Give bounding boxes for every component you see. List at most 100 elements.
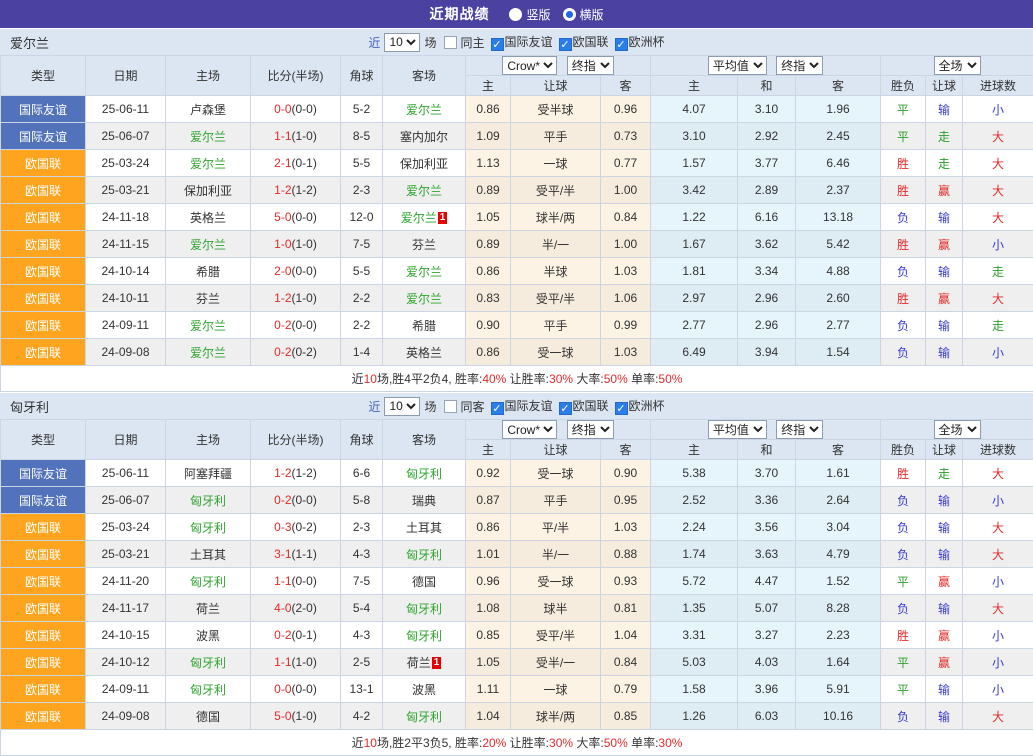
team-section-ireland: 爱尔兰 近 10 场 同主 国际友谊欧国联欧洲杯 类型 日期 — [0, 28, 1033, 392]
away-team[interactable]: 爱尔兰 — [383, 285, 466, 312]
away-team[interactable]: 爱尔兰 — [383, 96, 466, 123]
team-name: 希腊 — [196, 265, 220, 279]
away-team[interactable]: 土耳其 — [383, 514, 466, 541]
home-team[interactable]: 匈牙利 — [166, 649, 251, 676]
home-team[interactable]: 英格兰 — [166, 204, 251, 231]
team-name: 荷兰 — [407, 656, 431, 670]
competition-checkbox[interactable] — [615, 402, 628, 415]
away-team[interactable]: 匈牙利 — [383, 460, 466, 487]
summary-segment: 让胜率: — [506, 372, 549, 386]
away-team[interactable]: 匈牙利 — [383, 622, 466, 649]
home-team[interactable]: 阿塞拜疆 — [166, 460, 251, 487]
home-team[interactable]: 爱尔兰 — [166, 339, 251, 366]
recent-count-select[interactable]: 10 — [384, 397, 420, 416]
result-handicap: 输 — [926, 96, 963, 123]
crow-home-odds: 0.87 — [466, 487, 511, 514]
away-team[interactable]: 保加利亚 — [383, 150, 466, 177]
crow-away-odds: 1.03 — [601, 258, 651, 285]
away-team[interactable]: 芬兰 — [383, 231, 466, 258]
avg-home-odds: 5.38 — [651, 460, 738, 487]
home-team[interactable]: 希腊 — [166, 258, 251, 285]
odds-stage-select-crow[interactable]: 终指 — [567, 56, 614, 75]
away-team[interactable]: 荷兰1 — [383, 649, 466, 676]
home-team[interactable]: 爱尔兰 — [166, 150, 251, 177]
crow-away-odds: 0.95 — [601, 487, 651, 514]
avg-home-odds: 5.72 — [651, 568, 738, 595]
col-crow-home: 主 — [466, 76, 511, 96]
average-select[interactable]: 平均值 — [708, 420, 767, 439]
col-away: 客场 — [383, 420, 466, 460]
recent-count-select[interactable]: 10 — [384, 33, 420, 52]
result-goals: 走 — [963, 312, 1033, 339]
away-team[interactable]: 匈牙利 — [383, 541, 466, 568]
team-name: 卢森堡 — [190, 103, 226, 117]
scope-select[interactable]: 全场 — [934, 420, 981, 439]
away-team[interactable]: 瑞典 — [383, 487, 466, 514]
team-name: 芬兰 — [412, 238, 436, 252]
away-team[interactable]: 爱尔兰 — [383, 258, 466, 285]
result-handicap: 走 — [926, 123, 963, 150]
home-team[interactable]: 匈牙利 — [166, 568, 251, 595]
fulltime-score: 0-2 — [274, 628, 291, 642]
same-venue-checkbox[interactable] — [444, 36, 457, 49]
away-team[interactable]: 爱尔兰 — [383, 177, 466, 204]
home-team[interactable]: 德国 — [166, 703, 251, 730]
home-team[interactable]: 荷兰 — [166, 595, 251, 622]
red-card-badge: 1 — [432, 657, 442, 669]
odds-stage-select-avg[interactable]: 终指 — [776, 56, 823, 75]
competition-checkbox[interactable] — [559, 38, 572, 51]
horizontal-layout-radio[interactable] — [563, 8, 576, 21]
league-badge: 国际友谊 — [1, 96, 86, 123]
home-team[interactable]: 保加利亚 — [166, 177, 251, 204]
same-venue-checkbox[interactable] — [444, 400, 457, 413]
team-name: 希腊 — [412, 319, 436, 333]
competition-checkbox[interactable] — [615, 38, 628, 51]
home-team[interactable]: 爱尔兰 — [166, 231, 251, 258]
match-date: 24-11-17 — [86, 595, 166, 622]
away-team[interactable]: 希腊 — [383, 312, 466, 339]
avg-away-odds: 6.46 — [796, 150, 881, 177]
match-date: 24-10-15 — [86, 622, 166, 649]
home-team[interactable]: 匈牙利 — [166, 676, 251, 703]
result-goals: 小 — [963, 649, 1033, 676]
result-handicap: 输 — [926, 204, 963, 231]
away-team[interactable]: 英格兰 — [383, 339, 466, 366]
result-goals: 大 — [963, 541, 1033, 568]
average-select[interactable]: 平均值 — [708, 56, 767, 75]
home-team[interactable]: 卢森堡 — [166, 96, 251, 123]
layout-radio-group: 竖版 横版 — [501, 6, 603, 23]
corner-count: 2-5 — [341, 649, 383, 676]
bookmaker-select[interactable]: Crow* — [502, 56, 557, 75]
home-team[interactable]: 匈牙利 — [166, 514, 251, 541]
avg-draw-odds: 4.47 — [738, 568, 796, 595]
away-team[interactable]: 塞内加尔 — [383, 123, 466, 150]
home-team[interactable]: 爱尔兰 — [166, 312, 251, 339]
scope-select[interactable]: 全场 — [934, 56, 981, 75]
col-avg-draw: 和 — [738, 440, 796, 460]
halftime-score: (1-2) — [292, 183, 317, 197]
odds-stage-select-crow[interactable]: 终指 — [567, 420, 614, 439]
away-team[interactable]: 德国 — [383, 568, 466, 595]
result-outcome: 负 — [881, 258, 926, 285]
near-label: 近 — [368, 34, 380, 51]
away-team[interactable]: 匈牙利 — [383, 703, 466, 730]
competition-checkbox[interactable] — [491, 38, 504, 51]
avg-away-odds: 5.42 — [796, 231, 881, 258]
home-team[interactable]: 波黑 — [166, 622, 251, 649]
team-name: 土耳其 — [406, 521, 442, 535]
away-team[interactable]: 匈牙利 — [383, 595, 466, 622]
competition-checkbox[interactable] — [559, 402, 572, 415]
result-handicap: 输 — [926, 258, 963, 285]
vertical-layout-radio[interactable] — [509, 8, 522, 21]
home-team[interactable]: 土耳其 — [166, 541, 251, 568]
bookmaker-select[interactable]: Crow* — [502, 420, 557, 439]
avg-away-odds: 2.77 — [796, 312, 881, 339]
odds-stage-select-avg[interactable]: 终指 — [776, 420, 823, 439]
result-handicap: 输 — [926, 541, 963, 568]
away-team[interactable]: 爱尔兰1 — [383, 204, 466, 231]
home-team[interactable]: 芬兰 — [166, 285, 251, 312]
away-team[interactable]: 波黑 — [383, 676, 466, 703]
competition-checkbox[interactable] — [491, 402, 504, 415]
home-team[interactable]: 爱尔兰 — [166, 123, 251, 150]
home-team[interactable]: 匈牙利 — [166, 487, 251, 514]
